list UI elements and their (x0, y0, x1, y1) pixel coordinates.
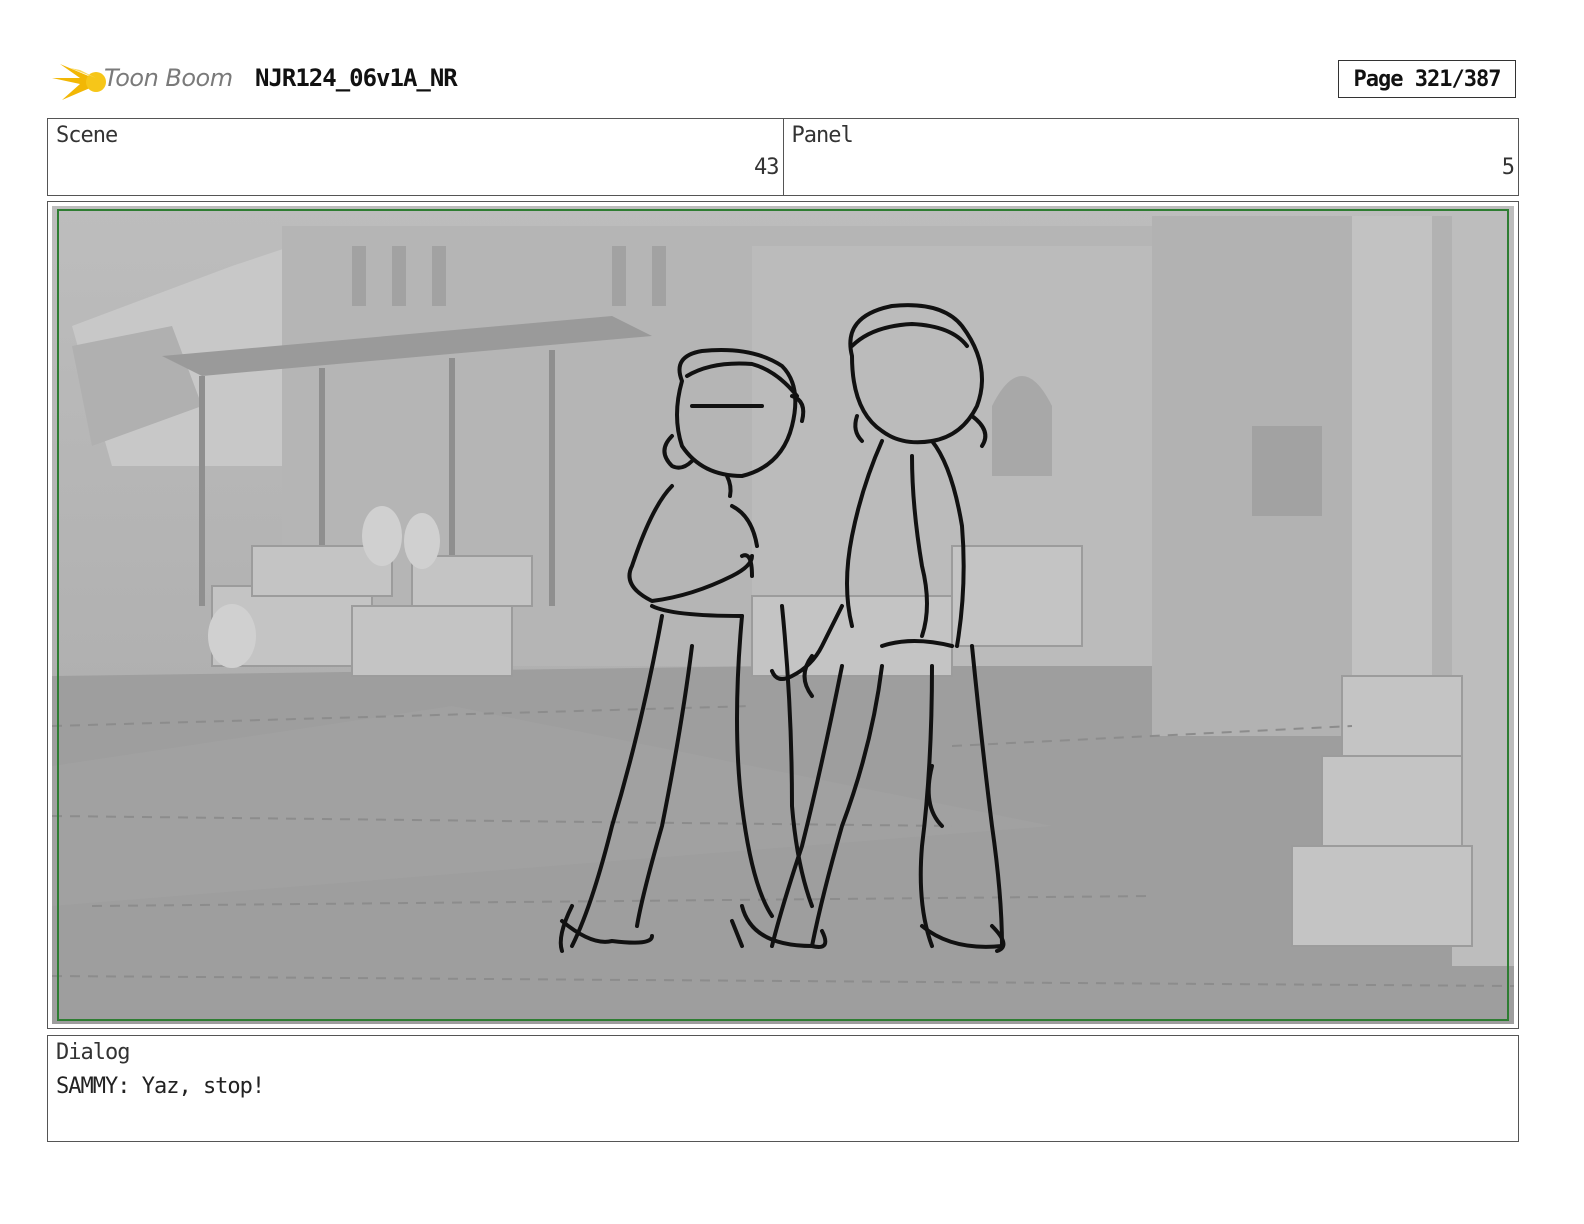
document-title: NJR124_06v1A_NR (255, 64, 458, 92)
panel-label: Panel (791, 123, 854, 148)
storyboard-sketch-image (52, 206, 1514, 1024)
scene-panel-row: Scene 43 Panel 5 (47, 118, 1519, 196)
page-indicator: Page 321/387 (1338, 60, 1516, 98)
storyboard-panel-frame (47, 201, 1519, 1029)
panel-number: 5 (1501, 155, 1515, 180)
scene-label: Scene (56, 123, 118, 148)
dialog-box: Dialog SAMMY: Yaz, stop! (47, 1035, 1519, 1142)
scene-cell: Scene 43 (48, 119, 783, 195)
dialog-label: Dialog (56, 1040, 130, 1065)
brand-logo-text: Toon Boom (104, 64, 233, 92)
dialog-text: SAMMY: Yaz, stop! (56, 1074, 265, 1099)
panel-cell: Panel 5 (782, 119, 1519, 195)
scene-number: 43 (754, 155, 779, 180)
